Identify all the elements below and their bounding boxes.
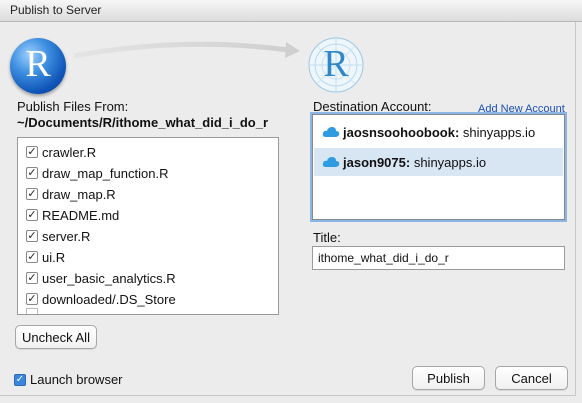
file-name: draw_map.R: [42, 186, 116, 202]
publish-path: ~/Documents/R/ithome_what_did_i_do_r: [17, 115, 269, 130]
account-user: jaosnsoohoobook:: [343, 124, 460, 140]
file-name: user_basic_analytics.R: [42, 270, 176, 286]
file-row[interactable]: ✓ user_basic_analytics.R: [26, 268, 176, 288]
file-checkbox[interactable]: ✓: [26, 293, 38, 305]
file-name: draw_map_function.R: [42, 165, 169, 181]
publish-button[interactable]: Publish: [412, 366, 485, 390]
r-logo-destination-icon: R: [307, 36, 365, 94]
title-label: Title:: [313, 230, 341, 245]
file-row[interactable]: ✓ downloaded/.DS_Store: [26, 289, 176, 309]
file-checkbox[interactable]: ✓: [26, 146, 38, 158]
launch-browser-label: Launch browser: [30, 372, 123, 387]
file-checkbox[interactable]: ✓: [26, 167, 38, 179]
file-name: downloaded/.DS_Store: [42, 291, 176, 307]
file-checkbox[interactable]: ✓: [26, 209, 38, 221]
file-list[interactable]: ✓ crawler.R ✓ draw_map_function.R ✓ draw…: [17, 137, 279, 315]
file-row[interactable]: ✓ server.R: [26, 226, 90, 246]
publish-files-label: Publish Files From:: [17, 99, 129, 114]
partial-checkbox: [26, 308, 38, 314]
file-name: crawler.R: [42, 144, 97, 160]
file-checkbox[interactable]: ✓: [26, 230, 38, 242]
file-row[interactable]: ✓ draw_map_function.R: [26, 163, 168, 183]
file-name: server.R: [42, 228, 91, 244]
account-user: jason9075:: [343, 154, 411, 170]
file-name: ui.R: [42, 249, 66, 265]
account-server: shinyapps.io: [413, 154, 487, 170]
r-logo-letter: R: [323, 43, 349, 85]
uncheck-all-button[interactable]: Uncheck All: [15, 325, 97, 349]
cloud-icon: [322, 157, 340, 167]
account-item-selected[interactable]: jason9075: shinyapps.io: [314, 148, 563, 176]
file-row[interactable]: ✓ README.md: [26, 205, 119, 225]
file-row[interactable]: ✓ crawler.R: [26, 142, 96, 162]
file-row[interactable]: ✓ draw_map.R: [26, 184, 116, 204]
account-list[interactable]: jaosnsoohoobook: shinyapps.io jason9075:…: [312, 114, 565, 220]
launch-browser-option[interactable]: ✓ Launch browser: [14, 372, 123, 387]
file-name: README.md: [42, 207, 120, 223]
launch-browser-checkbox[interactable]: ✓: [14, 373, 26, 386]
title-bar: Publish to Server: [0, 0, 582, 22]
file-row[interactable]: ✓ ui.R: [26, 247, 65, 267]
destination-account-label: Destination Account:: [313, 99, 432, 114]
account-item[interactable]: jaosnsoohoobook: shinyapps.io: [314, 118, 563, 146]
cloud-icon: [322, 127, 340, 137]
window-title: Publish to Server: [10, 3, 102, 17]
file-checkbox[interactable]: ✓: [26, 188, 38, 200]
file-checkbox[interactable]: ✓: [26, 251, 38, 263]
publish-arrow-icon: [73, 41, 300, 59]
cancel-button[interactable]: Cancel: [495, 366, 568, 390]
file-checkbox[interactable]: ✓: [26, 272, 38, 284]
r-logo-source-icon: R: [10, 38, 66, 94]
r-logo-letter: R: [25, 43, 51, 85]
title-input[interactable]: ithome_what_did_i_do_r: [312, 246, 565, 270]
account-server: shinyapps.io: [462, 124, 536, 140]
